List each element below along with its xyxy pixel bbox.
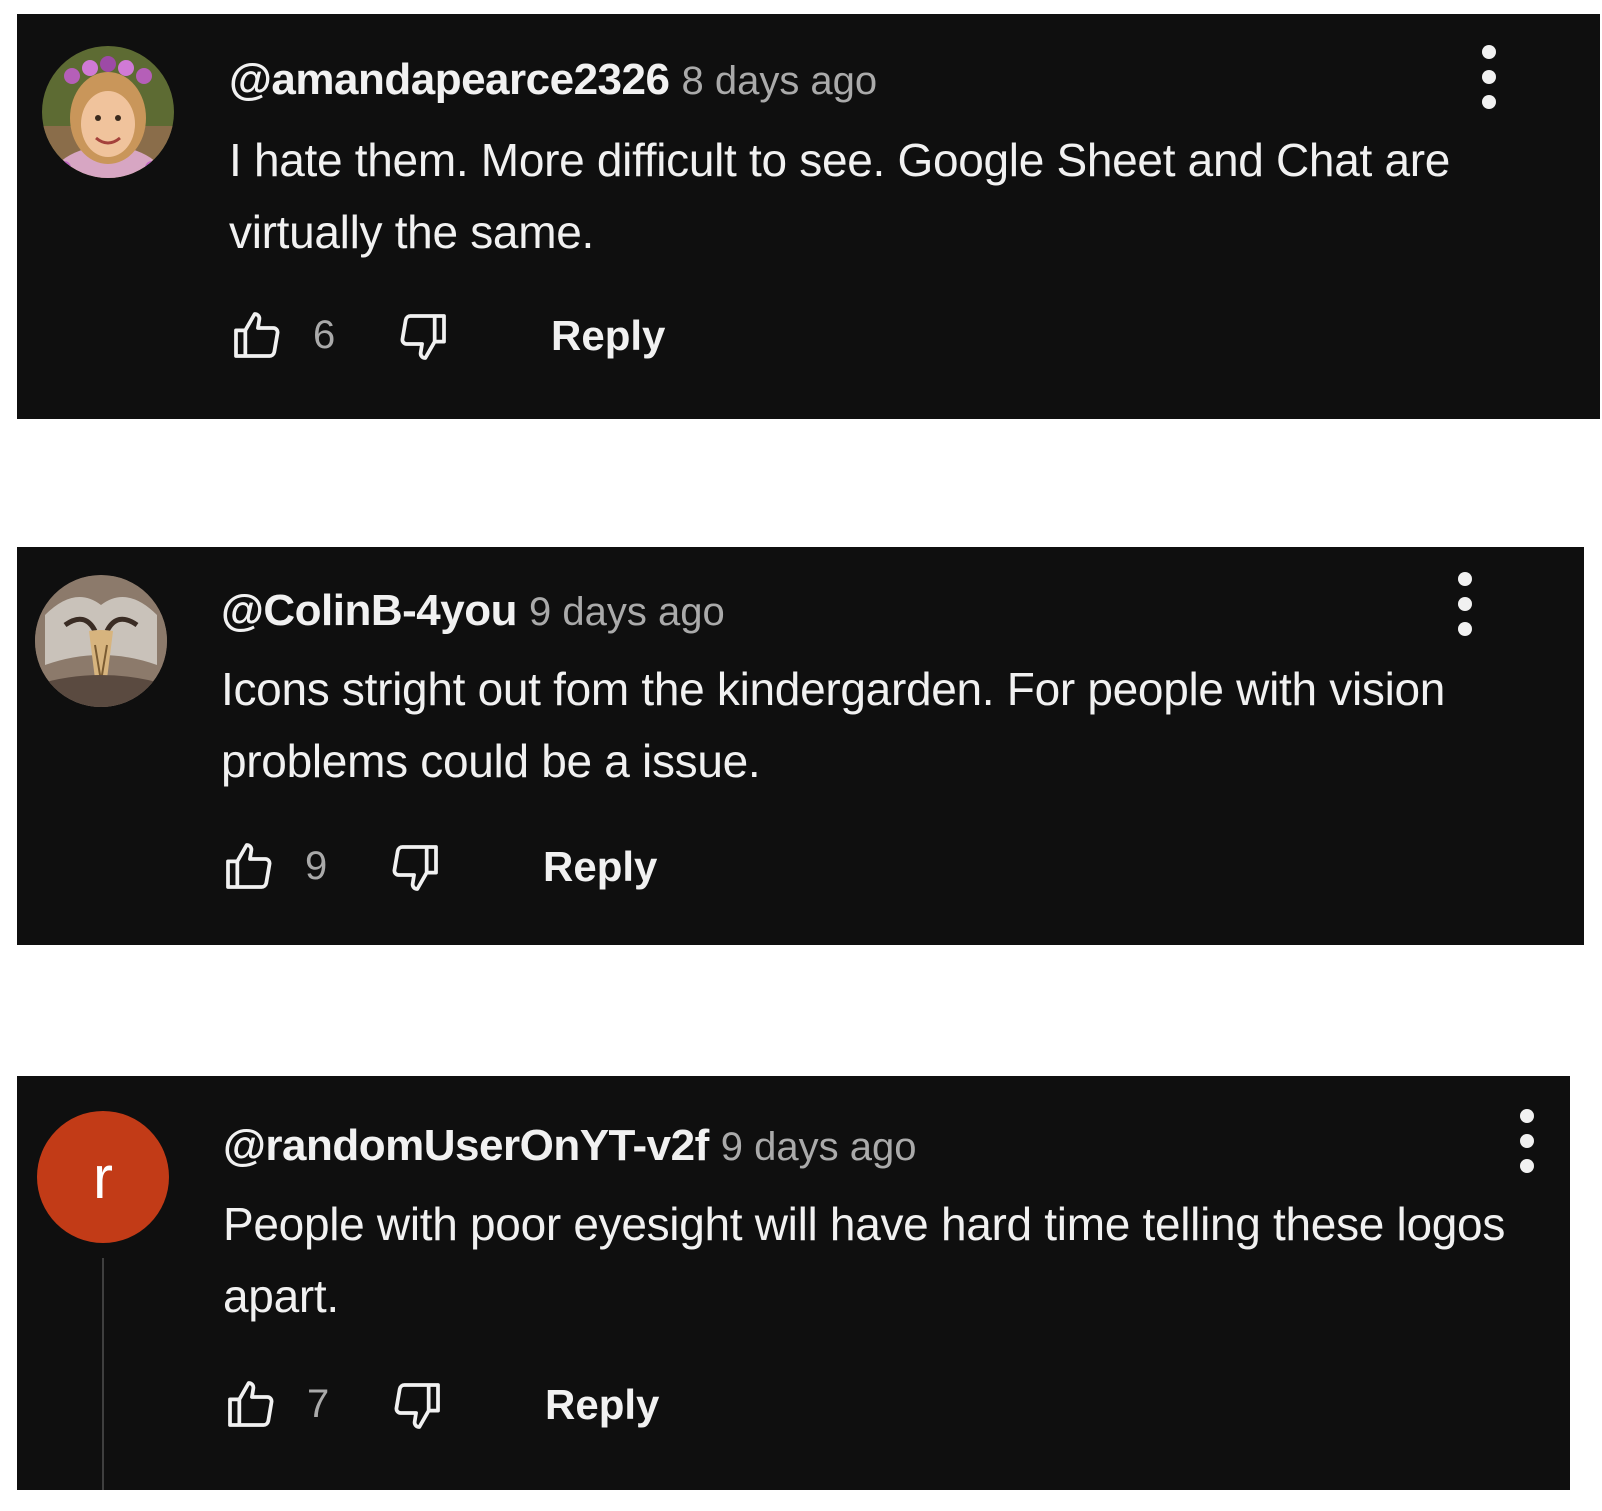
comment-header: @amandapearce2326 8 days ago: [229, 58, 877, 102]
avatar-letter: r: [93, 1143, 113, 1211]
thumbs-down-icon: [400, 314, 446, 360]
author-handle[interactable]: @randomUserOnYT-v2f: [223, 1121, 709, 1170]
dislike-button[interactable]: [395, 309, 451, 365]
more-vert-icon: [1520, 1109, 1534, 1173]
author-handle[interactable]: @ColinB-4you: [221, 586, 518, 635]
thumbs-up-icon: [234, 312, 280, 358]
like-button[interactable]: [221, 838, 277, 894]
reply-button[interactable]: Reply: [545, 1377, 659, 1433]
more-actions-button[interactable]: [1451, 571, 1479, 637]
like-button[interactable]: [229, 307, 285, 363]
more-vert-icon: [1482, 45, 1496, 109]
comment-card: r @randomUserOnYT-v2f 9 days ago People w…: [17, 1076, 1570, 1490]
thumbs-up-icon: [228, 1381, 274, 1427]
comment-header: @ColinB-4you 9 days ago: [221, 589, 725, 633]
comment-card: @amandapearce2326 8 days ago I hate them.…: [17, 14, 1600, 419]
reply-button[interactable]: Reply: [543, 839, 657, 895]
timestamp[interactable]: 9 days ago: [721, 1125, 917, 1169]
like-button[interactable]: [223, 1376, 279, 1432]
more-actions-button[interactable]: [1475, 44, 1503, 110]
avatar[interactable]: r: [37, 1111, 169, 1243]
comment-text: Icons stright out fom the kindergarden. …: [221, 663, 1446, 787]
avatar-photo: [35, 575, 167, 707]
reply-button[interactable]: Reply: [551, 308, 665, 364]
comment-card: @ColinB-4you 9 days ago Icons stright out…: [17, 547, 1584, 945]
thumbs-down-icon: [394, 1383, 440, 1429]
comment-text: People with poor eyesight will have hard…: [223, 1198, 1506, 1322]
avatar[interactable]: [42, 46, 174, 178]
timestamp[interactable]: 8 days ago: [681, 59, 877, 103]
like-count: 7: [307, 1382, 330, 1426]
comment-header: @randomUserOnYT-v2f 9 days ago: [223, 1124, 916, 1168]
more-actions-button[interactable]: [1513, 1108, 1541, 1174]
thumbs-up-icon: [226, 843, 272, 889]
author-handle[interactable]: @amandapearce2326: [229, 55, 670, 104]
timestamp[interactable]: 9 days ago: [529, 590, 725, 634]
avatar[interactable]: [35, 575, 167, 707]
comment-text: I hate them. More difficult to see. Goog…: [229, 134, 1451, 258]
more-vert-icon: [1458, 572, 1472, 636]
dislike-button[interactable]: [387, 840, 443, 896]
thread-line: [102, 1258, 104, 1490]
thumbs-down-icon: [392, 845, 438, 891]
dislike-button[interactable]: [389, 1378, 445, 1434]
like-count: 9: [305, 844, 328, 888]
like-count: 6: [313, 313, 336, 357]
avatar-photo: [42, 46, 174, 178]
